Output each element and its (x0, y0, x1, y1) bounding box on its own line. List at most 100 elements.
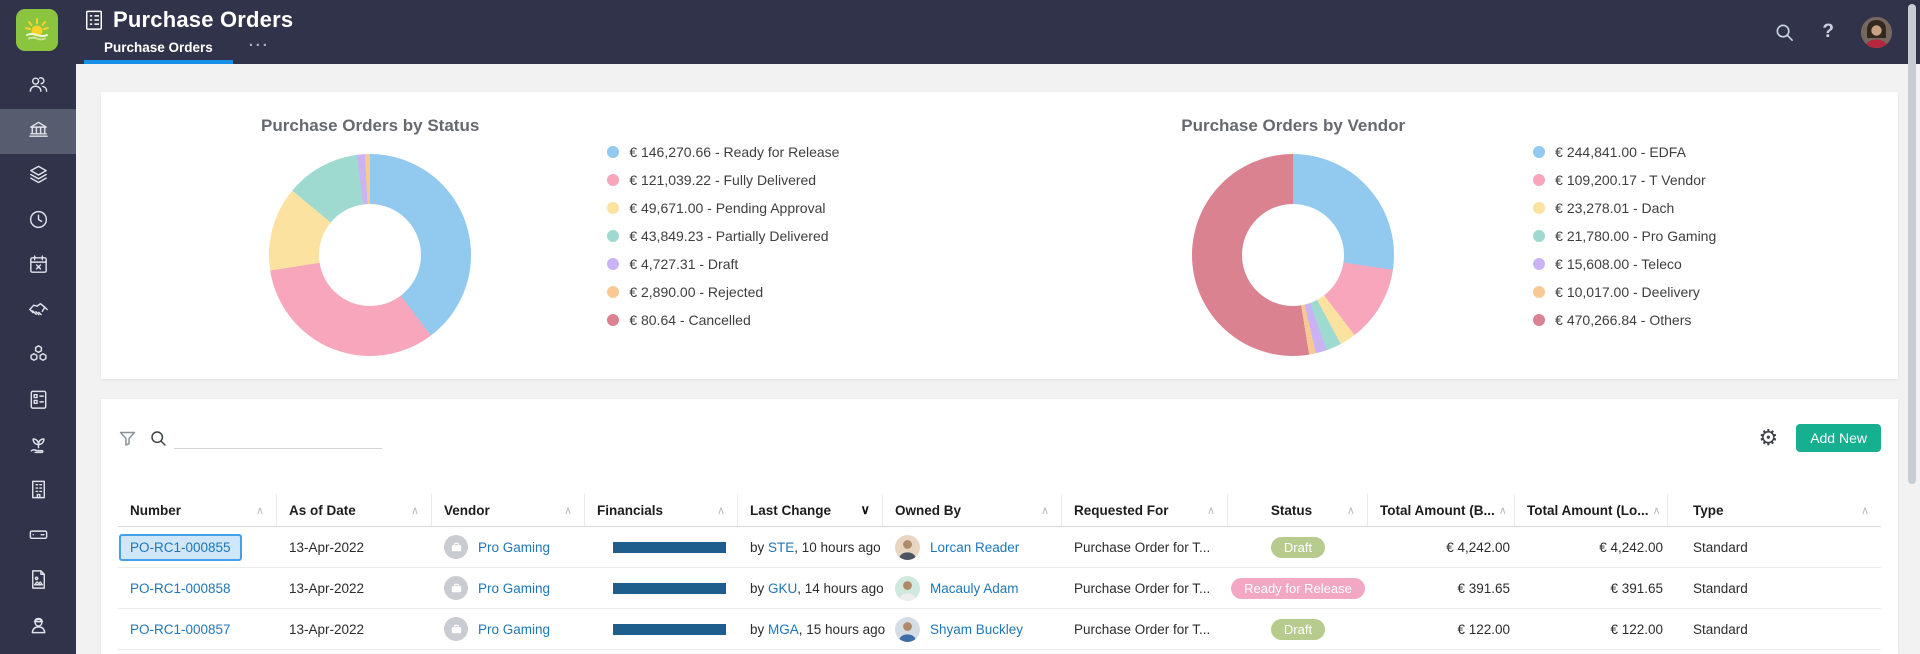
sidebar-item-users[interactable] (0, 64, 76, 109)
financials-bar (613, 582, 726, 594)
chart-vendor-donut[interactable] (1192, 153, 1395, 356)
sidebar-item-time[interactable] (0, 199, 76, 244)
column-header-last-change[interactable]: Last Change ∨ (738, 494, 883, 526)
po-number-link[interactable]: PO-RC1-000857 (130, 622, 231, 637)
column-header-total-amount-b[interactable]: Total Amount (B... ∧ (1368, 494, 1515, 526)
selected-cell-highlight: PO-RC1-000855 (119, 533, 242, 561)
sort-icon: ∧ (1346, 504, 1355, 517)
last-change-text: by GKU, 14 hours ago (750, 581, 884, 596)
calendar-icon (27, 253, 50, 281)
column-label: Total Amount (B... (1380, 502, 1495, 518)
column-header-total-amount-lo[interactable]: Total Amount (Lo... ∧ (1515, 494, 1668, 526)
table-settings-button[interactable]: ⚙ (1758, 427, 1778, 449)
vendor-link[interactable]: Pro Gaming (478, 540, 550, 555)
column-header-owned-by[interactable]: Owned By ∧ (883, 494, 1062, 526)
changed-by-user-link[interactable]: GKU (768, 581, 797, 596)
sort-icon: ∧ (255, 504, 264, 517)
table-search-button[interactable] (149, 429, 168, 448)
legend-item[interactable]: € 121,039.22 - Fully Delivered (607, 166, 839, 194)
table-search-input[interactable] (174, 427, 382, 449)
sidebar-item-purchasing[interactable] (0, 109, 76, 154)
number-wrap: PO-RC1-000858 (130, 581, 231, 596)
sidebar-item-company[interactable] (0, 469, 76, 514)
legend-dot (1533, 201, 1546, 214)
legend-label: € 23,278.01 - Dach (1555, 199, 1675, 216)
legend-item[interactable]: € 146,270.66 - Ready for Release (607, 138, 839, 166)
sidebar-item-calendar[interactable] (0, 244, 76, 289)
app-logo[interactable] (16, 9, 58, 51)
help-button[interactable]: ? (1822, 21, 1834, 43)
add-new-button[interactable]: Add New (1796, 424, 1881, 452)
legend-label: € 15,608.00 - Teleco (1555, 255, 1682, 272)
cell-type: Standard (1668, 540, 1881, 555)
sidebar-item-documents[interactable] (0, 559, 76, 604)
more-tabs-button[interactable]: ··· (249, 37, 270, 64)
sidebar-item-products[interactable] (0, 334, 76, 379)
cell-type: Standard (1668, 622, 1881, 637)
user-avatar-image (1861, 16, 1892, 48)
table-row[interactable]: PO-RC1-000855 13-Apr-2022 Pro Gaming by STE… (118, 527, 1881, 568)
owner-link[interactable]: Macauly Adam (930, 581, 1019, 596)
column-label: Total Amount (Lo... (1527, 502, 1649, 518)
vendor-icon (451, 624, 461, 633)
legend-item[interactable]: € 21,780.00 - Pro Gaming (1533, 222, 1716, 250)
legend-item[interactable]: € 49,671.00 - Pending Approval (607, 194, 839, 222)
po-number-link[interactable]: PO-RC1-000855 (130, 540, 231, 555)
legend-label: € 4,727.31 - Draft (629, 255, 739, 272)
column-header-number[interactable]: Number ∧ (118, 494, 277, 526)
legend-item[interactable]: € 10,017.00 - Deelivery (1533, 278, 1716, 306)
last-change-text: by STE, 10 hours ago (750, 540, 881, 555)
vertical-scrollbar[interactable] (1908, 4, 1916, 484)
purchasing-icon (27, 118, 50, 146)
sidebar-item-partners[interactable] (0, 289, 76, 334)
legend-item[interactable]: € 470,266.84 - Others (1533, 306, 1716, 334)
column-header-as-of-date[interactable]: As of Date ∧ (277, 494, 432, 526)
cell-last-change: by GKU, 14 hours ago (738, 581, 884, 596)
global-search-button[interactable] (1774, 22, 1795, 43)
sidebar-item-storage[interactable] (0, 514, 76, 559)
page-title-row: Purchase Orders (84, 7, 293, 33)
changed-by-user-link[interactable]: STE (768, 540, 794, 555)
chart-status-donut[interactable] (269, 153, 472, 356)
legend-item[interactable]: € 15,608.00 - Teleco (1533, 250, 1716, 278)
by-label: by (750, 580, 769, 596)
owner-link[interactable]: Shyam Buckley (930, 622, 1023, 637)
sidebar-item-sustainability[interactable] (0, 424, 76, 469)
as-of-date: 13-Apr-2022 (289, 621, 365, 637)
owner-avatar[interactable] (895, 575, 920, 601)
user-avatar[interactable] (1861, 16, 1892, 48)
legend-item[interactable]: € 43,849.23 - Partially Delivered (607, 222, 839, 250)
legend-item[interactable]: € 23,278.01 - Dach (1533, 194, 1716, 222)
legend-item[interactable]: € 244,841.00 - EDFA (1533, 138, 1716, 166)
changed-by-user-link[interactable]: MGA (768, 622, 799, 637)
column-header-requested-for[interactable]: Requested For ∧ (1062, 494, 1228, 526)
owner-avatar[interactable] (895, 534, 920, 560)
sidebar-item-personnel[interactable] (0, 604, 76, 649)
legend-item[interactable]: € 2,890.00 - Rejected (607, 278, 839, 306)
filter-button[interactable] (118, 429, 137, 448)
legend-item[interactable]: € 109,200.17 - T Vendor (1533, 166, 1716, 194)
column-header-status[interactable]: Status ∧ (1228, 494, 1368, 526)
sidebar-item-layers[interactable] (0, 154, 76, 199)
legend-item[interactable]: € 4,727.31 - Draft (607, 250, 839, 278)
cell-requested-for: Purchase Order for T... (1062, 581, 1228, 596)
owner-avatar[interactable] (895, 616, 920, 642)
legend-dot (607, 285, 620, 298)
column-header-financials[interactable]: Financials ∧ (585, 494, 738, 526)
total-amount-local: € 391.65 (1610, 580, 1663, 596)
column-header-vendor[interactable]: Vendor ∧ (432, 494, 585, 526)
search-icon (1776, 24, 1794, 41)
vendor-link[interactable]: Pro Gaming (478, 622, 550, 637)
vendor-link[interactable]: Pro Gaming (478, 581, 550, 596)
tab-purchase-orders[interactable]: Purchase Orders (84, 40, 233, 64)
help-icon: ? (1822, 21, 1834, 42)
legend-dot (607, 257, 620, 270)
legend-item[interactable]: € 80.64 - Cancelled (607, 306, 839, 334)
po-number-link[interactable]: PO-RC1-000858 (130, 581, 231, 596)
column-header-type[interactable]: Type ∧ (1668, 494, 1881, 526)
table-row[interactable]: PO-RC1-000857 13-Apr-2022 Pro Gaming by MGA… (118, 609, 1881, 650)
owner-link[interactable]: Lorcan Reader (930, 540, 1019, 555)
total-amount-base: € 122.00 (1457, 621, 1510, 637)
table-row[interactable]: PO-RC1-000858 13-Apr-2022 Pro Gaming by GKU… (118, 568, 1881, 609)
sidebar-item-tasks[interactable] (0, 379, 76, 424)
